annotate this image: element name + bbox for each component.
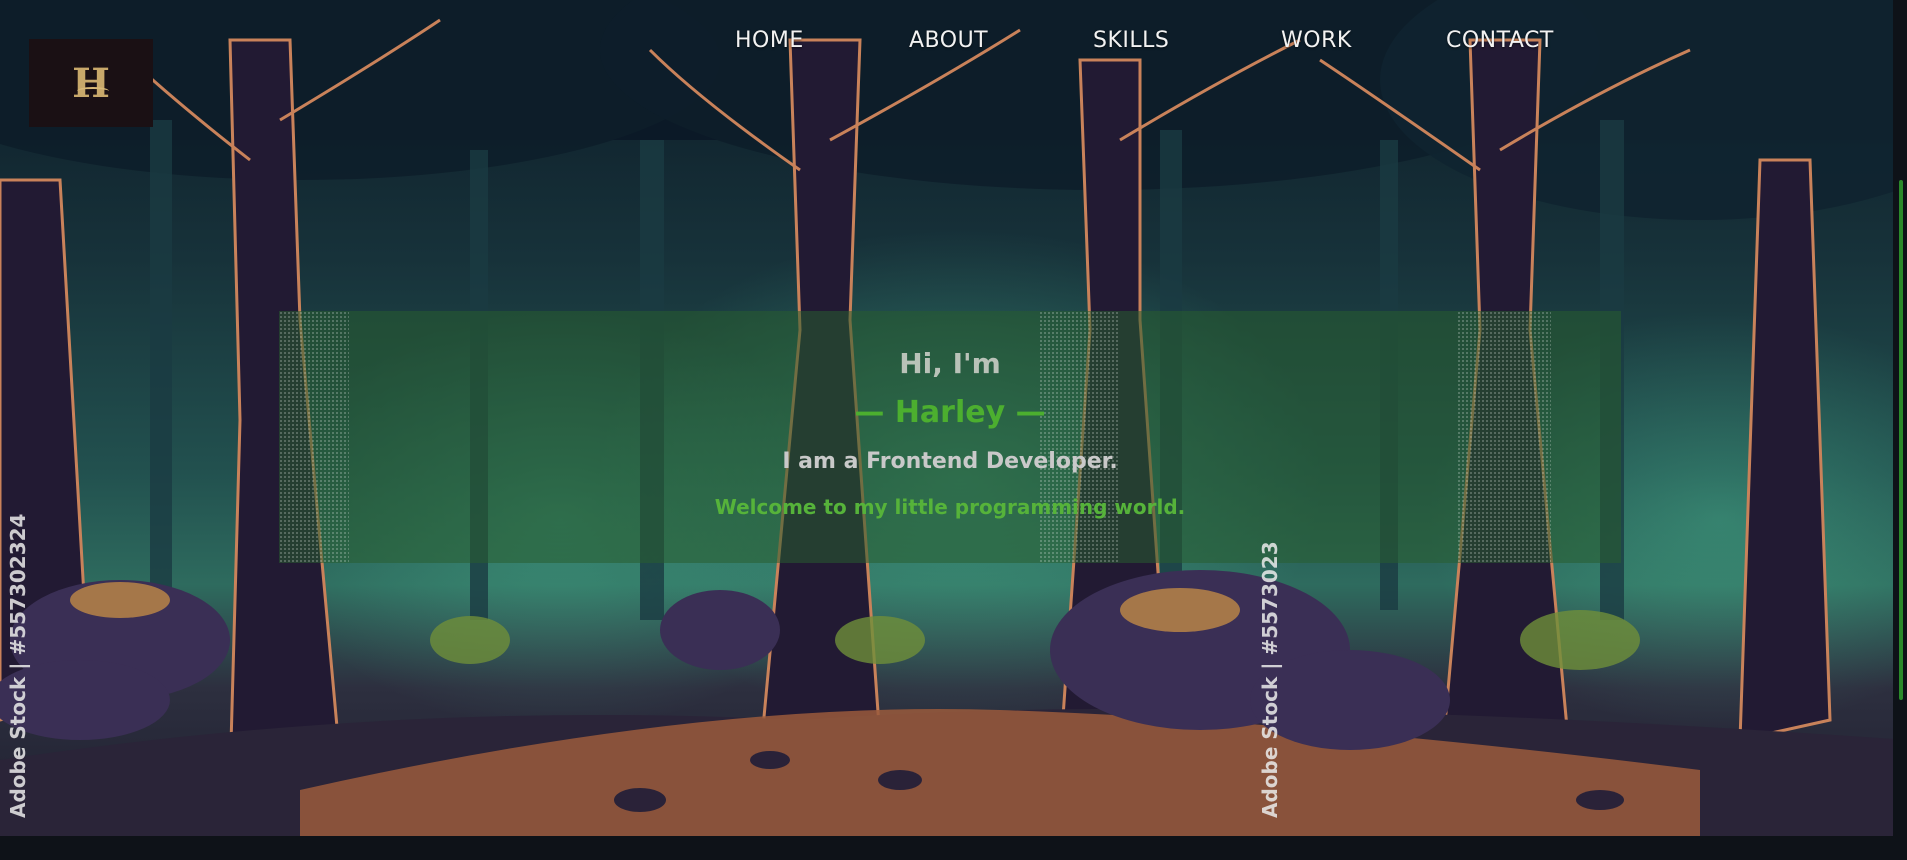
page-scrollbar[interactable] — [1893, 0, 1907, 836]
h-monogram-logo-icon: H — [72, 59, 110, 107]
nav-contact-link[interactable]: CONTACT — [1446, 28, 1554, 53]
nav-about-link[interactable]: ABOUT — [909, 28, 988, 53]
hero-welcome: Welcome to my little programming world. — [714, 495, 1186, 519]
main-nav: HOME ABOUT SKILLS WORK CONTACT — [0, 28, 1907, 64]
nav-home-link[interactable]: HOME — [735, 28, 804, 53]
hero-banner: Hi, I'm — Harley — I am a Frontend Devel… — [279, 311, 1621, 563]
bottom-edge — [0, 836, 1907, 860]
portfolio-page: H HOME ABOUT SKILLS WORK CONTACT Hi, I'm… — [0, 0, 1907, 860]
stock-watermark-left: Adobe Stock | #557302324 — [6, 513, 30, 818]
stock-watermark-middle: Adobe Stock | #5573023 — [1258, 541, 1282, 818]
logo-swoosh-icon — [77, 87, 109, 95]
scrollbar-thumb[interactable] — [1899, 180, 1903, 700]
hero-role: I am a Frontend Developer. — [782, 449, 1118, 474]
hero-name: — Harley — — [854, 395, 1046, 430]
nav-skills-link[interactable]: SKILLS — [1093, 28, 1169, 53]
nav-work-link[interactable]: WORK — [1281, 28, 1352, 53]
hero-greeting: Hi, I'm — [899, 347, 1001, 380]
